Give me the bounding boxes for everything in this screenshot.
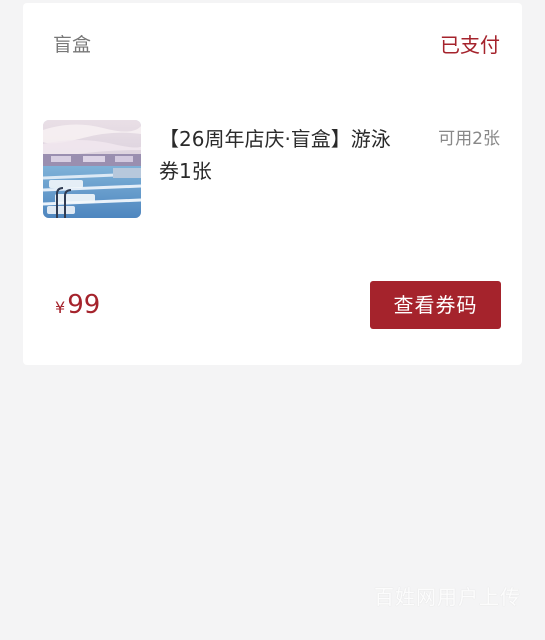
price-currency: ¥ (55, 298, 66, 317)
order-card: 盲盒 已支付 【26周年店庆·盲盒】游泳券1张 可用2张 ¥99 查看券码 (23, 3, 522, 365)
product-thumbnail[interactable] (43, 120, 141, 218)
swimming-pool-image (43, 120, 141, 218)
price: ¥99 (55, 289, 100, 324)
watermark-text: 百姓网用户上传 (374, 585, 521, 609)
order-category: 盲盒 (53, 34, 92, 56)
product-title[interactable]: 【26周年店庆·盲盒】游泳券1张 (159, 123, 395, 187)
view-voucher-code-button[interactable]: 查看券码 (370, 281, 501, 329)
order-status: 已支付 (440, 33, 500, 57)
available-count: 可用2张 (438, 129, 500, 149)
price-amount: 99 (67, 290, 101, 320)
